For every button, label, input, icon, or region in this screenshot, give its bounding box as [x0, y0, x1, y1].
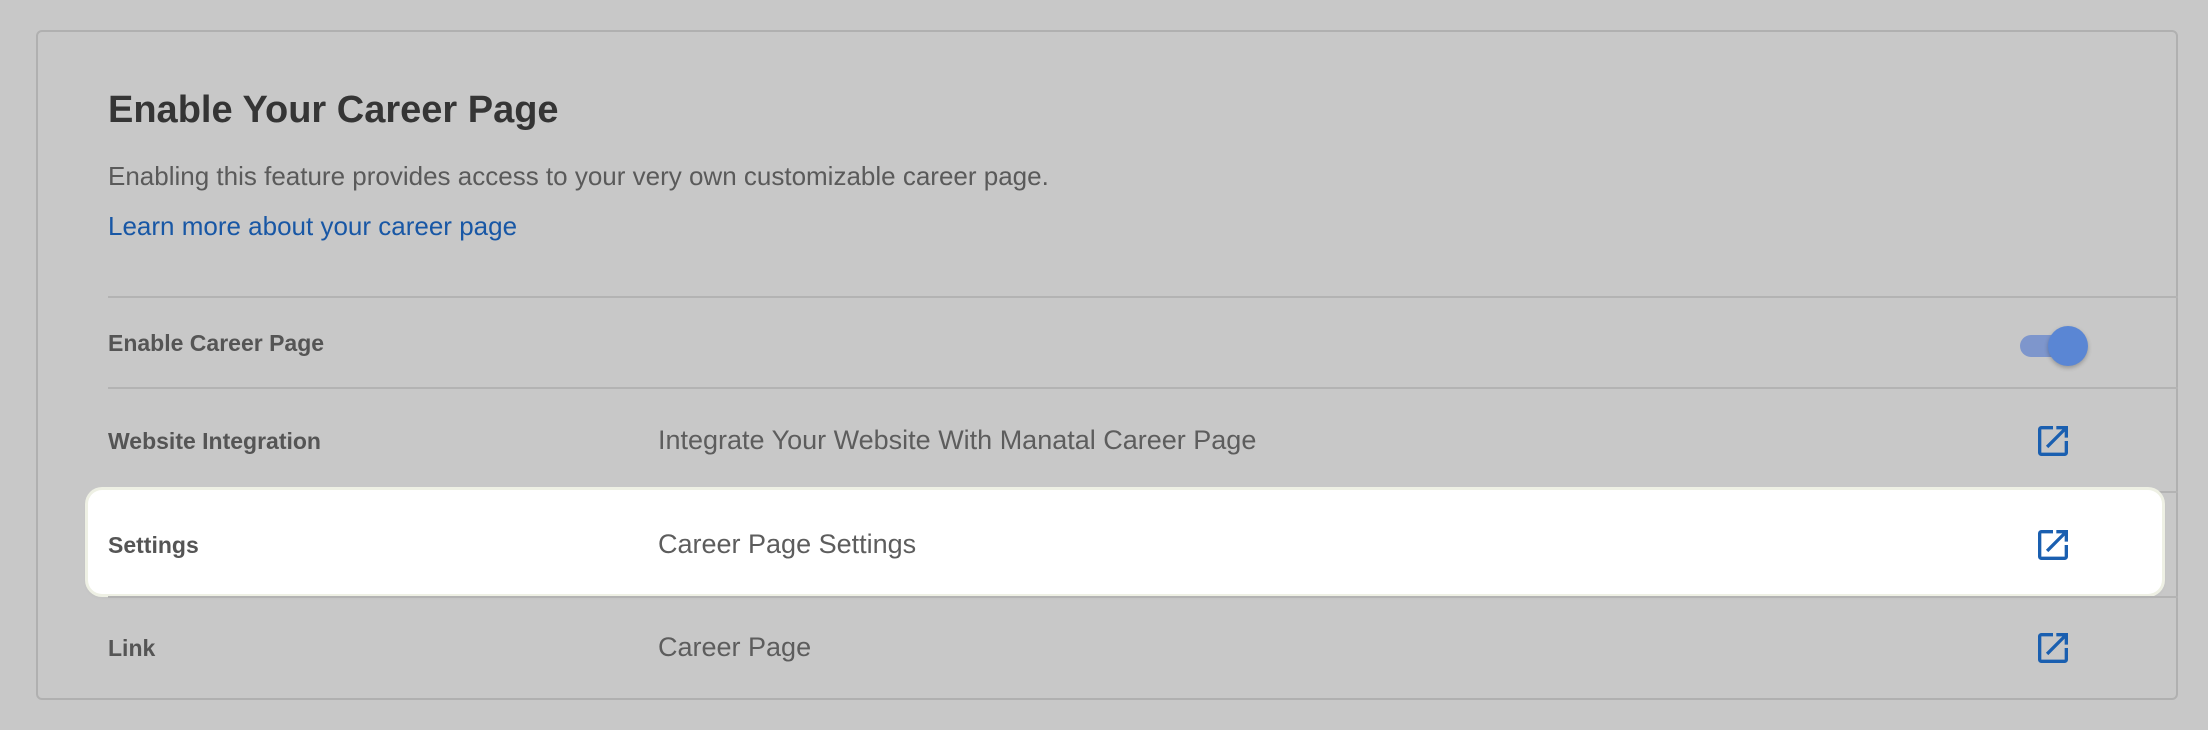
settings-label: Settings: [108, 532, 199, 558]
divider: [108, 296, 2178, 298]
website-integration-label: Website Integration: [108, 428, 321, 454]
career-page-settings-text: Career Page Settings: [658, 529, 917, 559]
page-description: Enabling this feature provides access to…: [108, 161, 1049, 191]
career-page-link-text: Career Page: [658, 632, 812, 662]
toggle-thumb: [2048, 326, 2088, 366]
page-title: Enable Your Career Page: [108, 89, 559, 131]
open-in-new-icon[interactable]: [2033, 421, 2073, 461]
link-label: Link: [108, 635, 156, 661]
open-in-new-icon[interactable]: [2033, 525, 2073, 565]
enable-career-page-label: Enable Career Page: [108, 330, 325, 356]
open-in-new-icon[interactable]: [2033, 628, 2073, 668]
website-integration-text: Integrate Your Website With Manatal Care…: [658, 425, 1257, 455]
divider: [108, 387, 2178, 389]
learn-more-link[interactable]: Learn more about your career page: [108, 208, 517, 244]
settings-row[interactable]: [88, 490, 2162, 594]
enable-career-page-toggle[interactable]: [2020, 325, 2090, 367]
divider: [108, 596, 2178, 598]
